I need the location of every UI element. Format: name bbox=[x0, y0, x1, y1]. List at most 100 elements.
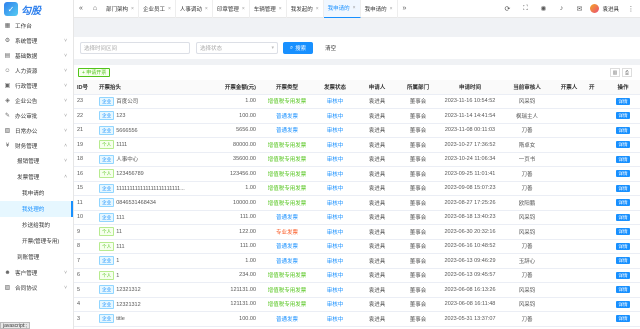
detail-button[interactable]: 详情 bbox=[616, 170, 630, 178]
table-row[interactable]: 9 个人 11 122.00 专业发票 审核中 袁进具 董事会 2023-06-30 20:32… bbox=[74, 224, 640, 240]
tab[interactable]: 我申请的 × bbox=[323, 0, 361, 18]
columns-icon[interactable]: ▥ bbox=[610, 68, 620, 77]
sidebar-item[interactable]: ¥ 财务管理 ˄ bbox=[0, 138, 73, 153]
sidebar-invoice-item[interactable]: 抄送给我的 bbox=[0, 217, 73, 233]
table-row[interactable]: 5 企业 12321312 121131.00 增值税专用发票 审核中 袁进具 董事会 2023… bbox=[74, 282, 640, 298]
table-row[interactable]: 11 企业 0846531468434 10000.00 增值税专用发票 审核中 袁进具 董事… bbox=[74, 195, 640, 211]
sidebar-item[interactable]: ▣ 行政管理 ˅ bbox=[0, 78, 73, 93]
fullscreen-icon[interactable]: ⛶ bbox=[516, 5, 534, 13]
close-icon[interactable]: × bbox=[131, 6, 134, 12]
chevron-down-icon: ˅ bbox=[64, 97, 67, 104]
sidebar-item[interactable]: ⚙ 系统管理 ˅ bbox=[0, 33, 73, 48]
column-header[interactable]: 开票类型 bbox=[260, 80, 314, 95]
sidebar-subitem[interactable]: 发票管理 ˄ bbox=[0, 169, 73, 185]
detail-button[interactable]: 详情 bbox=[616, 300, 630, 308]
detail-button[interactable]: 详情 bbox=[616, 126, 630, 134]
tab[interactable]: 印章管理 × bbox=[213, 0, 250, 18]
sidebar-item[interactable]: ☻ 客户管理 ˅ bbox=[0, 265, 73, 280]
print-icon[interactable]: ⎙ bbox=[622, 68, 632, 77]
detail-button[interactable]: 详情 bbox=[616, 228, 630, 236]
close-icon[interactable]: × bbox=[279, 6, 282, 12]
sidebar-item[interactable]: ▦ 工作台 bbox=[0, 18, 73, 33]
sidebar-invoice-item[interactable]: 开票(管理专用) bbox=[0, 233, 73, 249]
detail-button[interactable]: 详情 bbox=[616, 184, 630, 192]
message-icon[interactable]: ✉ bbox=[570, 5, 588, 13]
status-select[interactable]: 选择状态 ▾ bbox=[196, 42, 278, 54]
column-header[interactable]: 操作 bbox=[606, 80, 640, 95]
table-row[interactable]: 16 个人 123456789 123456.00 增值税专用发票 审核中 袁进具 董事会 20… bbox=[74, 166, 640, 182]
theme-icon[interactable]: ✺ bbox=[534, 5, 552, 13]
home-icon[interactable]: ⌂ bbox=[88, 5, 102, 12]
table-row[interactable]: 8 个人 111 111.00 普通发票 审核中 袁进具 董事会 2023-06-16 10:4… bbox=[74, 239, 640, 254]
brand-logo[interactable]: ✓ 勾股 bbox=[0, 0, 73, 18]
table-row[interactable]: 21 企业 5666556 5656.00 普通发票 审核中 袁进具 董事会 2023-11-0… bbox=[74, 123, 640, 138]
table-row[interactable]: 3 企业 title 100.00 普通发票 审核中 袁进具 董事会 2023-05-31 13… bbox=[74, 311, 640, 327]
tab[interactable]: 我申请的 × bbox=[361, 0, 398, 18]
table-row[interactable]: 23 企业 百度公司 1.00 增值税专用发票 审核中 袁进具 董事会 2023-11-16 1… bbox=[74, 94, 640, 109]
close-icon[interactable]: × bbox=[390, 6, 393, 12]
sidebar-item[interactable]: ▧ 日常办公 ˅ bbox=[0, 123, 73, 138]
search-button[interactable]: ⌕ 搜索 bbox=[283, 42, 314, 54]
detail-button[interactable]: 详情 bbox=[616, 141, 630, 149]
close-icon[interactable]: × bbox=[205, 6, 208, 12]
notification-bell-icon[interactable]: ♪ bbox=[552, 5, 570, 12]
tab[interactable]: 企业员工 × bbox=[139, 0, 176, 18]
column-header[interactable]: 开票抬头 bbox=[96, 80, 212, 95]
column-header[interactable]: 所属部门 bbox=[398, 80, 438, 95]
detail-button[interactable]: 详情 bbox=[616, 97, 630, 105]
sidebar-item[interactable]: ☺ 人力资源 ˅ bbox=[0, 63, 73, 78]
tab[interactable]: 我发起的 × bbox=[287, 0, 324, 18]
apply-invoice-button[interactable]: + 申请开票 bbox=[78, 68, 111, 77]
username[interactable]: 袁进具 bbox=[602, 5, 619, 13]
tab[interactable]: 部门架构 × bbox=[102, 0, 139, 18]
close-icon[interactable]: × bbox=[242, 6, 245, 12]
column-header[interactable]: ID号 bbox=[74, 80, 96, 95]
column-header[interactable]: 申请人 bbox=[356, 80, 398, 95]
column-header[interactable]: 发票状态 bbox=[314, 80, 356, 95]
table-row[interactable]: 19 个人 1111 80000.00 增值税专用发票 审核中 袁进具 董事会 2023-10-… bbox=[74, 137, 640, 153]
detail-button[interactable]: 详情 bbox=[616, 213, 630, 221]
table-row[interactable]: 10 企业 111 111.00 普通发票 审核中 袁进具 董事会 2023-08-18 13:… bbox=[74, 210, 640, 225]
refresh-icon[interactable]: ⟳ bbox=[498, 5, 516, 13]
detail-button[interactable]: 详情 bbox=[616, 155, 630, 163]
table-row[interactable]: 7 企业 1 1.00 普通发票 审核中 袁进具 董事会 2023-06-13 09:46:29… bbox=[74, 253, 640, 269]
table-row[interactable]: 4 企业 12321312 121131.00 增值税专用发票 审核中 袁进具 董事会 2023… bbox=[74, 297, 640, 312]
tab[interactable]: 人事调动 × bbox=[176, 0, 213, 18]
close-icon[interactable]: × bbox=[316, 6, 319, 12]
tab[interactable]: 车辆管理 × bbox=[250, 0, 287, 18]
clear-button[interactable]: 清空 bbox=[319, 42, 342, 54]
detail-button[interactable]: 详情 bbox=[616, 271, 630, 279]
column-header[interactable]: 开票人 bbox=[552, 80, 586, 95]
table-row[interactable]: 18 企业 人事中心 35600.00 增值税专用发票 审核中 袁进具 董事会 2023-10-… bbox=[74, 152, 640, 167]
column-header[interactable]: 申请时间 bbox=[438, 80, 502, 95]
detail-button[interactable]: 详情 bbox=[616, 199, 630, 207]
detail-button[interactable]: 详情 bbox=[616, 315, 630, 323]
close-icon[interactable]: × bbox=[353, 5, 356, 11]
column-header[interactable]: 开票金额(元) bbox=[212, 80, 260, 95]
invoice-type-text: 增值税专用发票 bbox=[267, 142, 307, 149]
sidebar-item[interactable]: ▨ 合同协议 ˅ bbox=[0, 280, 73, 295]
table-row[interactable]: 6 个人 1 234.00 增值税专用发票 审核中 袁进具 董事会 2023-06-13 09:… bbox=[74, 268, 640, 283]
collapse-sidebar-icon[interactable]: « bbox=[74, 5, 88, 12]
sidebar-item[interactable]: ◈ 企业公告 ˅ bbox=[0, 93, 73, 108]
more-icon[interactable]: ⋮ bbox=[622, 5, 640, 13]
date-range-input[interactable]: 选择时间区间 bbox=[80, 42, 190, 54]
sidebar-item[interactable]: ✎ 办公审批 ˅ bbox=[0, 108, 73, 123]
detail-button[interactable]: 详情 bbox=[616, 286, 630, 294]
sidebar-subitem[interactable]: 到账管理 bbox=[0, 249, 73, 265]
scroll-right-icon[interactable]: » bbox=[398, 5, 412, 12]
title-type-tag: 企业 bbox=[99, 256, 115, 266]
sidebar-subitem[interactable]: 报销管理 ˅ bbox=[0, 153, 73, 169]
close-icon[interactable]: × bbox=[168, 6, 171, 12]
table-row[interactable]: 22 企业 123 100.00 普通发票 审核中 袁进具 董事会 2023-11-14 14:… bbox=[74, 108, 640, 124]
sidebar-item[interactable]: ▤ 基础数据 ˅ bbox=[0, 48, 73, 63]
detail-button[interactable]: 详情 bbox=[616, 257, 630, 265]
detail-button[interactable]: 详情 bbox=[616, 242, 630, 250]
table-row[interactable]: 15 企业 111111111111111111111111... 1.00 增值税专用… bbox=[74, 181, 640, 196]
column-header[interactable]: 当前审核人 bbox=[502, 80, 552, 95]
detail-button[interactable]: 详情 bbox=[616, 112, 630, 120]
avatar[interactable] bbox=[590, 4, 600, 13]
sidebar-invoice-item[interactable]: 我申请的 bbox=[0, 185, 73, 201]
column-header[interactable]: 开 bbox=[586, 80, 606, 95]
sidebar-invoice-item[interactable]: 我处理的 bbox=[0, 201, 73, 217]
